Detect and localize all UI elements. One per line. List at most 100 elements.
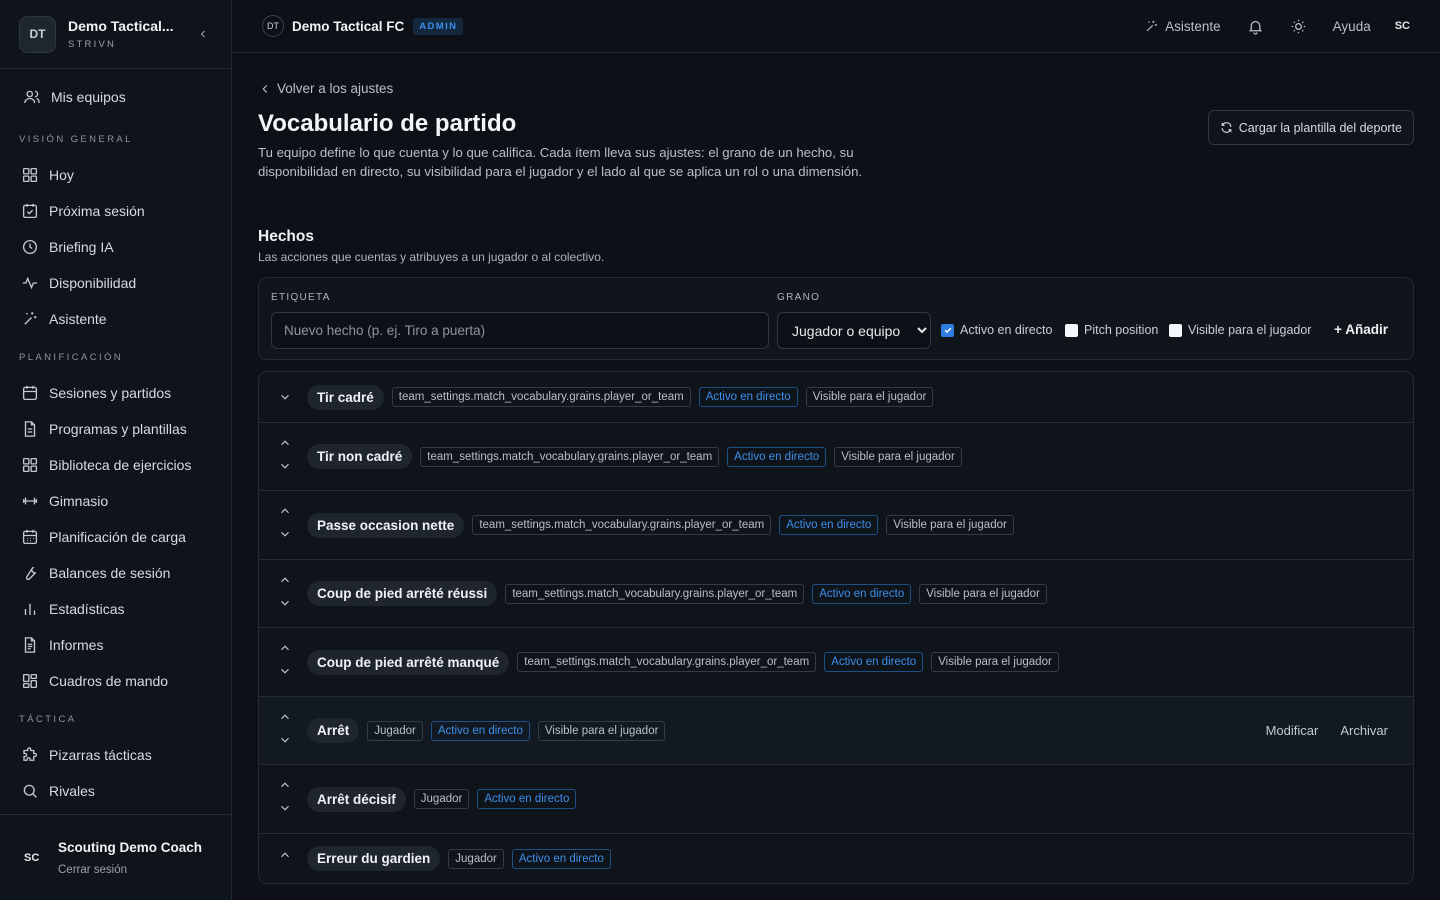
user-block: SC Scouting Demo Coach Cerrar sesión (0, 814, 231, 900)
chevron-down-icon[interactable] (278, 596, 292, 610)
add-fact-form: ETIQUETA GRANO Jugador o equipo Activo e… (258, 277, 1414, 360)
team-name[interactable]: Demo Tactical FC (292, 19, 404, 34)
dashboard-icon (22, 673, 38, 689)
bell-icon[interactable] (1247, 18, 1264, 35)
sidebar-item-my-teams[interactable]: Mis equipos (0, 79, 231, 115)
sidebar-item-label: Hoy (49, 167, 74, 183)
user-menu-avatar[interactable]: SC (1395, 20, 1410, 32)
list-item: Arrêt Jugador Activo en directo Visible … (259, 697, 1413, 765)
visible-label: Visible para el jugador (1188, 323, 1312, 337)
label-input[interactable] (271, 312, 769, 349)
sidebar-item-session-balances[interactable]: Balances de sesión (0, 555, 231, 591)
section-label-tactics: TÁCTICA (19, 713, 77, 725)
grain-tag: Jugador (448, 848, 504, 869)
sun-icon[interactable] (1290, 18, 1307, 35)
pitch-checkbox[interactable] (1065, 323, 1078, 337)
sidebar-item-today[interactable]: Hoy (0, 157, 231, 193)
dumbbell-icon (22, 497, 38, 505)
sidebar-item-ai-briefing[interactable]: Briefing IA (0, 229, 231, 265)
team-avatar[interactable]: DT (262, 15, 284, 37)
grain-select[interactable]: Jugador o equipo (777, 312, 931, 349)
top-bar: DT Demo Tactical FC ADMIN Asistente Ayud… (232, 0, 1440, 53)
chevron-down-icon[interactable] (278, 733, 292, 747)
live-tag: Activo en directo (727, 446, 827, 467)
visible-checkbox[interactable] (1169, 323, 1182, 337)
brand-avatar[interactable]: DT (19, 15, 56, 53)
live-checkbox[interactable] (941, 323, 954, 337)
pulse-icon (22, 276, 38, 290)
chevron-left-icon (262, 84, 268, 93)
live-tag: Activo en directo (511, 848, 611, 869)
user-avatar[interactable]: SC (24, 852, 46, 864)
assistant-button[interactable]: Asistente (1144, 19, 1221, 34)
sidebar-item-statistics[interactable]: Estadísticas (0, 591, 231, 627)
help-link[interactable]: Ayuda (1333, 19, 1371, 34)
label-field-label: ETIQUETA (271, 292, 331, 303)
sidebar-item-label: Balances de sesión (49, 565, 171, 581)
sidebar-item-opponents[interactable]: Rivales (0, 773, 231, 809)
live-label: Activo en directo (960, 323, 1053, 337)
live-tag: Activo en directo (698, 387, 798, 407)
chevron-down-icon[interactable] (278, 664, 292, 678)
fact-name: Tir cadré (307, 384, 384, 410)
visible-tag: Visible para el jugador (886, 515, 1014, 535)
add-button[interactable]: + Añadir (1334, 322, 1388, 337)
chevron-down-icon[interactable] (278, 801, 292, 815)
sidebar-item-gym[interactable]: Gimnasio (0, 483, 231, 519)
document-icon (24, 421, 36, 437)
chevron-up-icon[interactable] (278, 641, 292, 655)
sidebar-item-label: Disponibilidad (49, 275, 137, 291)
chevron-up-icon[interactable] (278, 504, 292, 518)
chevron-down-icon[interactable] (278, 390, 292, 404)
list-item: Coup de pied arrêté réussi team_settings… (259, 560, 1413, 628)
fact-name: Arrêt décisif (307, 786, 406, 812)
puzzle-icon (23, 747, 37, 761)
sidebar-item-assistant[interactable]: Asistente (0, 301, 231, 337)
chevron-up-icon[interactable] (278, 436, 292, 450)
check-icon (944, 327, 951, 334)
sidebar-item-tactic-boards[interactable]: Pizarras tácticas (0, 737, 231, 773)
list-item: Tir non cadré team_settings.match_vocabu… (259, 423, 1413, 491)
sidebar-item-label: Cuadros de mando (49, 673, 169, 689)
grain-field-label: GRANO (777, 292, 821, 303)
sidebar-item-label: Estadísticas (49, 601, 125, 617)
chevron-down-icon[interactable] (278, 459, 292, 473)
brand-header: DT Demo Tactical... STRIVN (0, 0, 231, 69)
brand-subtitle: STRIVN (68, 39, 117, 50)
chevron-up-icon[interactable] (278, 573, 292, 587)
sidebar-item-label: Rivales (49, 783, 95, 799)
archive-button[interactable]: Archivar (1340, 723, 1388, 738)
load-template-button[interactable]: Cargar la plantilla del deporte (1207, 110, 1414, 145)
sidebar-item-sessions-matches[interactable]: Sesiones y partidos (0, 375, 231, 411)
live-checkbox-row[interactable]: Activo en directo (941, 323, 1052, 337)
list-item: Passe occasion nette team_settings.match… (259, 491, 1413, 560)
sidebar-item-dashboards[interactable]: Cuadros de mando (0, 663, 231, 699)
sidebar-item-availability[interactable]: Disponibilidad (0, 265, 231, 301)
visible-checkbox-row[interactable]: Visible para el jugador (1169, 323, 1311, 337)
section-label-planning: PLANIFICACIÓN (19, 351, 124, 363)
brand-name[interactable]: Demo Tactical... (68, 18, 194, 34)
collapse-sidebar-button[interactable] (194, 25, 212, 43)
sidebar-item-next-session[interactable]: Próxima sesión (0, 193, 231, 229)
sidebar-item-drill-library[interactable]: Biblioteca de ejercicios (0, 447, 231, 483)
edit-button[interactable]: Modificar (1266, 723, 1319, 738)
chevron-up-icon[interactable] (278, 848, 292, 862)
chevron-down-icon[interactable] (278, 527, 292, 541)
list-item: Coup de pied arrêté manqué team_settings… (259, 628, 1413, 697)
chevron-left-icon (200, 30, 205, 38)
grain-tag: team_settings.match_vocabulary.grains.pl… (472, 515, 772, 535)
chevron-up-icon[interactable] (278, 778, 292, 792)
assistant-label: Asistente (1165, 18, 1221, 34)
back-link[interactable]: Volver a los ajustes (258, 81, 393, 96)
fact-name: Passe occasion nette (307, 512, 465, 538)
sidebar-item-reports[interactable]: Informes (0, 627, 231, 663)
sidebar-item-load-planning[interactable]: Planificación de carga (0, 519, 231, 555)
chevron-up-icon[interactable] (278, 710, 292, 724)
pitch-checkbox-row[interactable]: Pitch position (1065, 323, 1158, 337)
sidebar-item-programs[interactable]: Programas y plantillas (0, 411, 231, 447)
sidebar-item-label: Mis equipos (51, 89, 126, 105)
calendar-grid-icon (22, 529, 38, 545)
grain-tag: Jugador (413, 789, 470, 809)
list-item: Arrêt décisif Jugador Activo en directo (259, 765, 1413, 834)
logout-link[interactable]: Cerrar sesión (58, 864, 202, 876)
